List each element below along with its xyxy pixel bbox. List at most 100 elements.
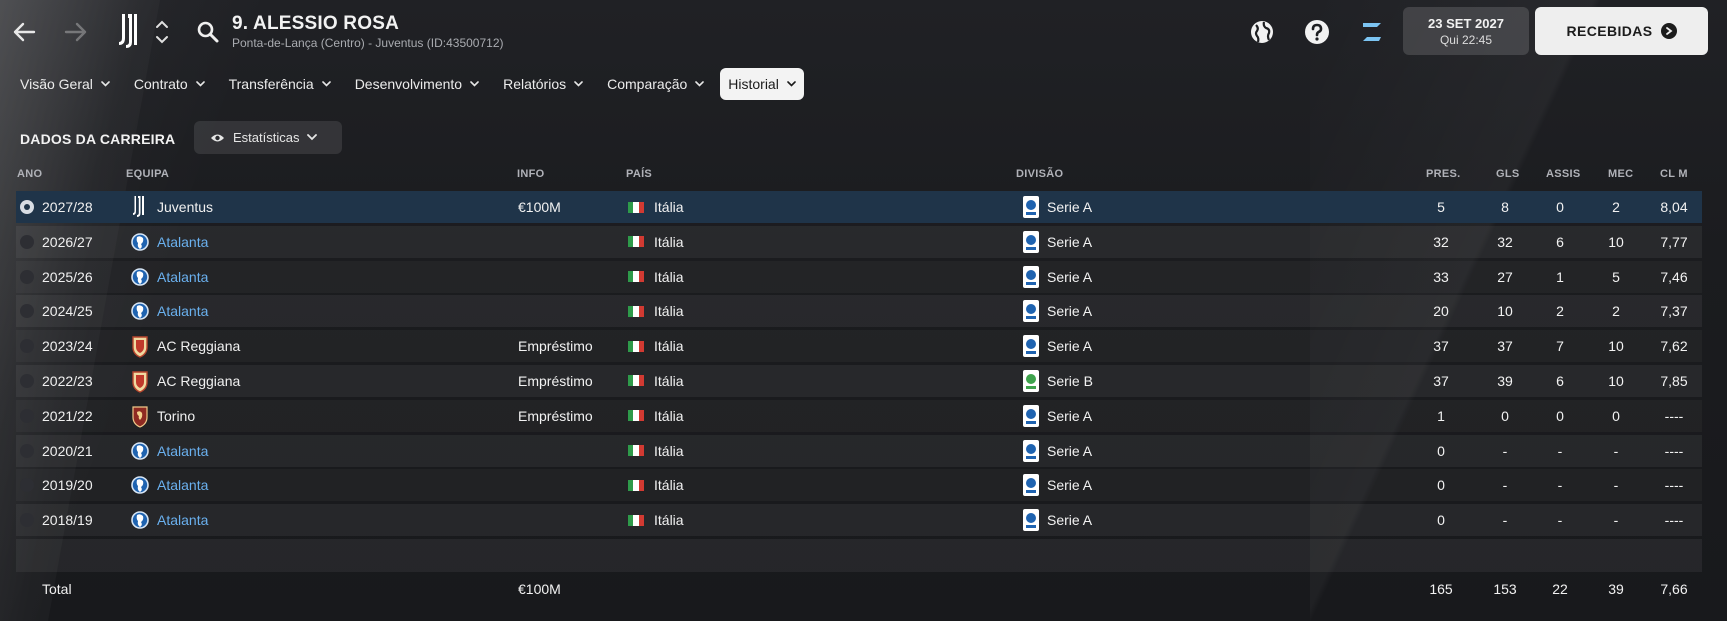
team-cell[interactable]: Atalanta — [157, 469, 208, 501]
tab-label: Transferência — [228, 76, 314, 92]
serie-a-logo-icon — [1022, 226, 1040, 258]
total-mec: 39 — [1608, 581, 1624, 597]
division-cell: Serie A — [1047, 338, 1093, 355]
search-icon[interactable] — [196, 20, 220, 44]
player-subtitle: Ponta-de-Lança (Centro) - Juventus (ID:4… — [232, 36, 504, 50]
tab-transferencia[interactable]: Transferência — [221, 68, 339, 100]
avg-rating-cell: 7,37 — [1660, 303, 1688, 320]
globe-icon[interactable] — [1248, 18, 1276, 46]
division-cell: Serie A — [1047, 303, 1093, 320]
appearances-cell: 33 — [1433, 268, 1449, 285]
date-display[interactable]: 23 SET 2027 Qui 22:45 — [1403, 7, 1529, 55]
season-cell: 2025/26 — [42, 268, 93, 285]
assists-cell: 2 — [1556, 303, 1564, 320]
appearances-cell: 0 — [1437, 477, 1445, 494]
table-row[interactable]: 2020/21 Atalanta Itália Serie A 0- - - ---- — [16, 434, 1702, 467]
player-switch-chevrons-icon[interactable] — [154, 16, 170, 48]
tab-desenvolvimento[interactable]: Desenvolvimento — [347, 68, 487, 100]
row-radio[interactable] — [20, 373, 34, 388]
serie-b-logo-icon — [1022, 365, 1040, 397]
row-radio[interactable] — [20, 478, 34, 493]
division-cell: Serie A — [1047, 477, 1093, 494]
atalanta-crest-icon — [131, 504, 149, 536]
chevron-down-icon — [101, 81, 110, 87]
table-row[interactable]: 2021/22 Torino Empréstimo Itália Serie A 1 0 0 0… — [16, 400, 1702, 432]
italy-flag-icon — [628, 261, 644, 293]
italy-flag-icon — [628, 191, 644, 223]
tab-contrato[interactable]: Contrato — [126, 68, 213, 100]
player-of-match-cell: 10 — [1608, 372, 1624, 389]
table-row[interactable]: 2023/24 AC Reggiana Empréstimo Itália Serie … — [16, 330, 1702, 362]
column-header-year[interactable]: ANO — [17, 168, 42, 180]
column-header-info[interactable]: INFO — [517, 168, 544, 180]
country-cell: Itália — [654, 303, 684, 320]
goals-cell: - — [1502, 477, 1508, 494]
player-of-match-cell: - — [1613, 512, 1619, 529]
goals-cell: 0 — [1501, 407, 1509, 424]
column-header-clm[interactable]: CL M — [1660, 168, 1688, 180]
table-row[interactable]: 2024/25 Atalanta Itália Serie A 20 10 2 2 7,37 — [16, 295, 1702, 328]
column-header-team[interactable]: EQUIPA — [126, 168, 169, 180]
forward-arrow-icon[interactable] — [62, 18, 90, 46]
italy-flag-icon — [628, 469, 644, 501]
season-cell: 2022/23 — [42, 372, 93, 389]
player-of-match-cell: 10 — [1608, 338, 1624, 355]
avg-rating-cell: 7,46 — [1660, 268, 1688, 285]
row-radio[interactable] — [20, 339, 34, 354]
column-header-mec[interactable]: MEC — [1608, 168, 1633, 180]
eye-icon — [211, 134, 224, 141]
career-table: 2027/28 Juventus €100M Itália Serie A 5 8 0 2 8,0… — [16, 191, 1702, 575]
tab-historial[interactable]: Historial — [720, 68, 804, 100]
italy-flag-icon — [628, 400, 644, 432]
fm-z-logo-icon[interactable] — [1358, 18, 1386, 46]
row-radio[interactable] — [20, 513, 34, 528]
column-header-pres[interactable]: PRES. — [1426, 168, 1461, 180]
view-selector-dropdown[interactable]: Estatísticas — [194, 121, 342, 154]
info-cell: Empréstimo — [518, 372, 593, 389]
column-header-gls[interactable]: GLS — [1496, 168, 1520, 180]
table-row[interactable]: 2025/26 Atalanta Itália Serie A 33 27 1 5 7,46 — [16, 261, 1702, 293]
season-cell: 2024/25 — [42, 303, 93, 320]
row-radio[interactable] — [20, 304, 34, 319]
row-radio[interactable] — [20, 269, 34, 284]
total-label: Total — [42, 581, 72, 597]
info-cell: Empréstimo — [518, 407, 593, 424]
team-cell[interactable]: Atalanta — [157, 295, 208, 327]
table-row[interactable]: 2019/20 Atalanta Itália Serie A 0- - - ---- — [16, 469, 1702, 501]
column-header-assis[interactable]: ASSIS — [1546, 168, 1581, 180]
row-radio[interactable] — [20, 443, 34, 458]
back-arrow-icon[interactable] — [10, 18, 38, 46]
country-cell: Itália — [654, 442, 684, 459]
team-cell[interactable]: Atalanta — [157, 261, 208, 293]
division-cell: Serie A — [1047, 233, 1093, 250]
table-row[interactable]: 2027/28 Juventus €100M Itália Serie A 5 8 0 2 8,0… — [16, 191, 1702, 223]
help-icon[interactable] — [1303, 18, 1331, 46]
season-cell: 2018/19 — [42, 512, 93, 529]
juventus-crest-icon — [119, 14, 137, 48]
atalanta-crest-icon — [131, 435, 149, 467]
country-cell: Itália — [654, 512, 684, 529]
table-row[interactable]: 2026/27 Atalanta Itália Serie A 32 32 6 10 7,77 — [16, 225, 1702, 258]
row-radio[interactable] — [20, 408, 34, 423]
player-of-match-cell: 10 — [1608, 233, 1624, 250]
appearances-cell: 0 — [1437, 512, 1445, 529]
received-button[interactable]: RECEBIDAS — [1535, 7, 1708, 55]
column-header-division[interactable]: DIVISÃO — [1016, 168, 1063, 180]
atalanta-crest-icon — [131, 295, 149, 327]
division-cell: Serie A — [1047, 512, 1093, 529]
row-radio[interactable] — [20, 200, 34, 214]
tab-comparacao[interactable]: Comparação — [599, 68, 712, 100]
column-header-country[interactable]: PAÍS — [626, 168, 652, 180]
team-cell[interactable]: Atalanta — [157, 226, 208, 258]
team-cell[interactable]: Atalanta — [157, 504, 208, 536]
assists-cell: - — [1557, 477, 1563, 494]
row-radio[interactable] — [20, 234, 34, 249]
tab-label: Comparação — [607, 76, 688, 92]
table-row[interactable]: 2018/19 Atalanta Itália Serie A 0- - - ---- — [16, 504, 1702, 537]
table-row[interactable]: 2022/23 AC Reggiana Empréstimo Itália Serie … — [16, 364, 1702, 397]
team-cell[interactable]: Atalanta — [157, 435, 208, 467]
tab-relatorios[interactable]: Relatórios — [495, 68, 591, 100]
tab-label: Historial — [728, 76, 779, 92]
tab-visao-geral[interactable]: Visão Geral — [12, 68, 118, 100]
country-cell: Itália — [654, 372, 684, 389]
